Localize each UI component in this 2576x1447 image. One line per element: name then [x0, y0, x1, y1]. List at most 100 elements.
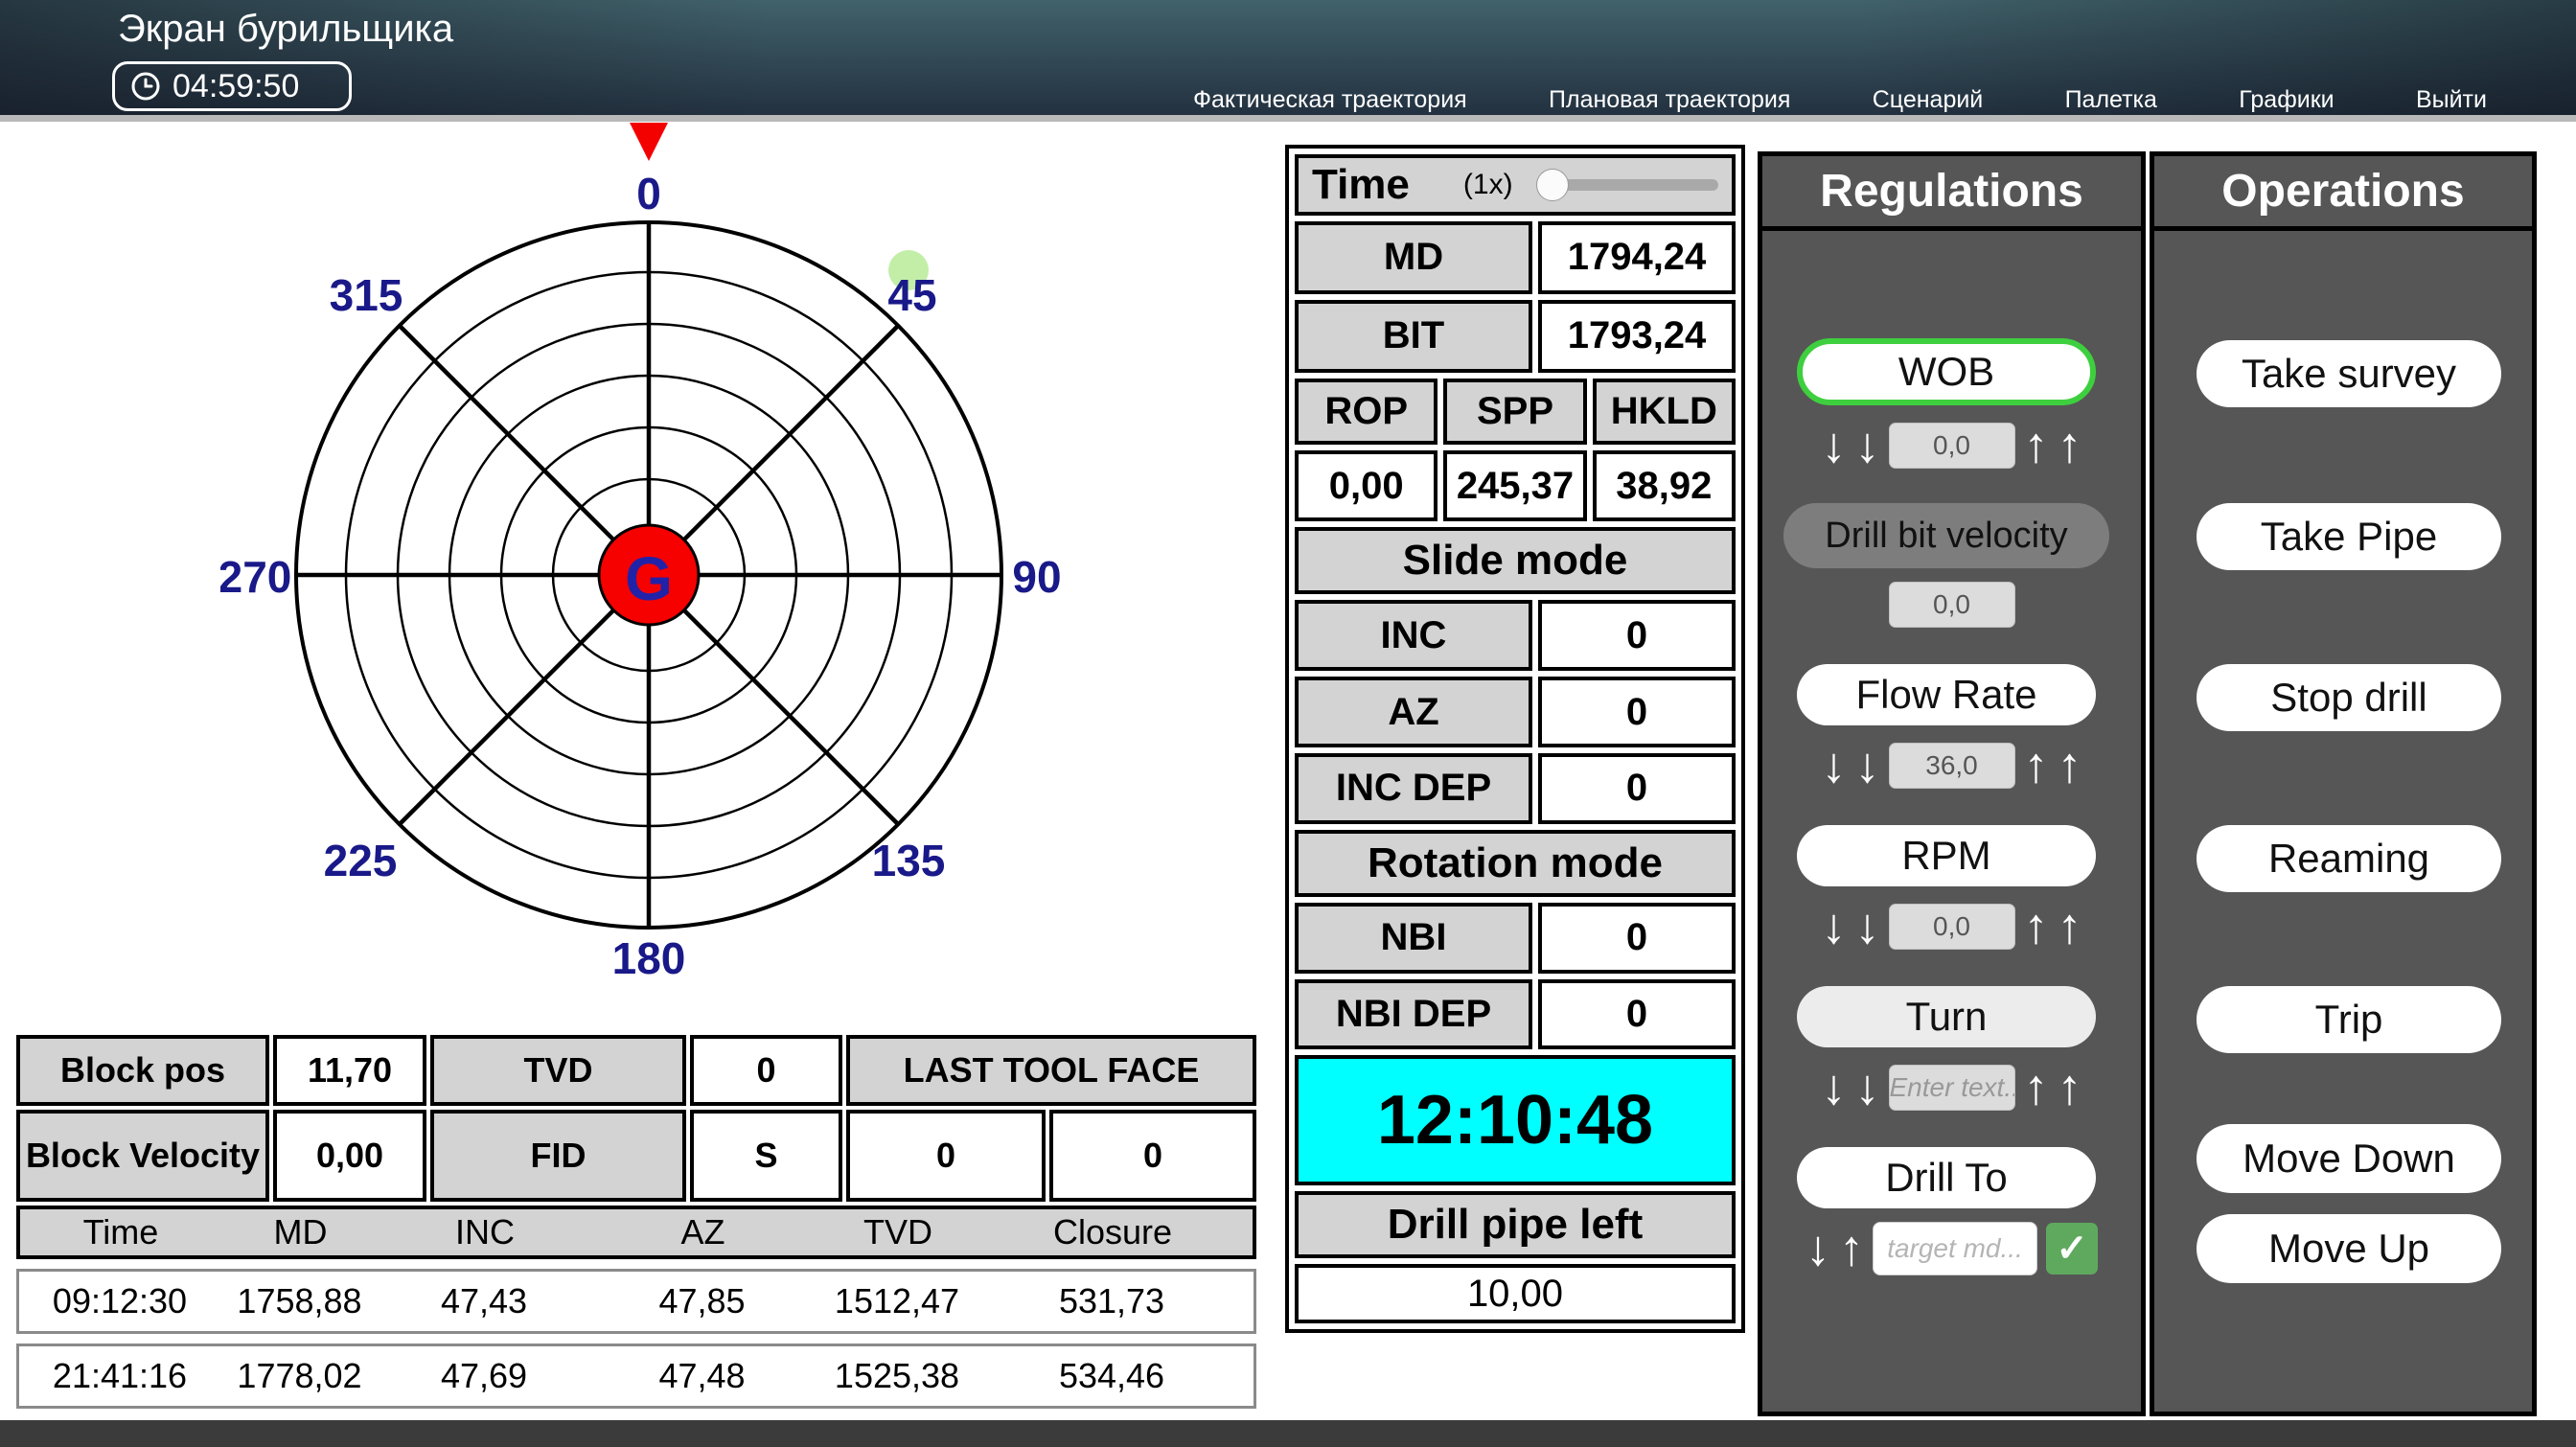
- row2-inc: 47,69: [379, 1346, 589, 1406]
- rop-value: 0,00: [1295, 450, 1438, 521]
- time-label: Time: [1312, 161, 1410, 209]
- fid-label: FID: [430, 1110, 686, 1202]
- hkld-value: 38,92: [1593, 450, 1736, 521]
- nav-planned-trajectory[interactable]: Плановая траектория: [1549, 86, 1790, 114]
- fid-value: S: [690, 1110, 842, 1202]
- az-value: 0: [1538, 677, 1736, 747]
- inc-value: 0: [1538, 600, 1736, 671]
- nbi-value: 0: [1538, 903, 1736, 974]
- inc-dep-label: INC DEP: [1295, 753, 1532, 824]
- drill-to-target-input[interactable]: [1873, 1222, 2037, 1275]
- gravity-center-label: G: [625, 544, 673, 613]
- block-pos-label: Block pos: [16, 1035, 269, 1106]
- drill-to-decrease-button[interactable]: ↓: [1806, 1224, 1830, 1274]
- wall-clock-button[interactable]: 04:59:50: [112, 61, 352, 111]
- row2-az: 47,48: [589, 1346, 815, 1406]
- nbi-dep-label: NBI DEP: [1295, 979, 1532, 1050]
- flow-rate-increase-button[interactable]: ↑: [2024, 741, 2049, 791]
- move-down-button[interactable]: Move Down: [2196, 1124, 2501, 1193]
- block-velocity-label: Block Velocity: [16, 1110, 269, 1202]
- check-icon: ✓: [2056, 1227, 2088, 1271]
- rpm-increase-button[interactable]: ↑: [2024, 902, 2049, 952]
- nbi-label: NBI: [1295, 903, 1532, 974]
- turn-input[interactable]: [1889, 1065, 2015, 1111]
- rpm-decrease-button[interactable]: ↓: [1855, 902, 1880, 952]
- polar-label-0: 0: [636, 169, 661, 218]
- nav-actual-trajectory[interactable]: Фактическая траектория: [1193, 86, 1467, 114]
- inc-dep-value: 0: [1538, 753, 1736, 824]
- nav-palette[interactable]: Палетка: [2065, 86, 2157, 114]
- nav-scenario[interactable]: Сценарий: [1873, 86, 1984, 114]
- polar-label-135: 135: [872, 836, 946, 885]
- flow-rate-increase-fast-button[interactable]: ↑: [2058, 741, 2082, 791]
- nav-charts[interactable]: Графики: [2239, 86, 2334, 114]
- flow-rate-button[interactable]: Flow Rate: [1797, 664, 2096, 725]
- row2-time: 21:41:16: [19, 1346, 220, 1406]
- time-speed-slider-thumb[interactable]: [1536, 169, 1569, 201]
- col-closure: Closure: [980, 1209, 1245, 1255]
- status-panel: Time (1x) MD 1794,24 BIT 1793,24 ROP SPP…: [1285, 145, 1745, 1333]
- row1-time: 09:12:30: [19, 1272, 220, 1331]
- drill-bit-velocity-button[interactable]: Drill bit velocity: [1783, 503, 2109, 568]
- turn-increase-button[interactable]: ↑: [2024, 1063, 2049, 1113]
- drill-to-confirm-button[interactable]: ✓: [2046, 1223, 2098, 1275]
- time-speed-slider[interactable]: [1540, 179, 1718, 191]
- turn-increase-fast-button[interactable]: ↑: [2058, 1063, 2082, 1113]
- rpm-button[interactable]: RPM: [1797, 825, 2096, 886]
- main-nav: Фактическая траектория Плановая траектор…: [1193, 80, 2487, 119]
- survey-row-2: 21:41:16 1778,02 47,69 47,48 1525,38 534…: [16, 1344, 1256, 1409]
- turn-stepper: ↓ ↓ ↑ ↑: [1762, 1063, 2141, 1113]
- md-label: MD: [1295, 221, 1532, 294]
- rpm-increase-fast-button[interactable]: ↑: [2058, 902, 2082, 952]
- row1-md: 1758,88: [220, 1272, 379, 1331]
- trip-button[interactable]: Trip: [2196, 986, 2501, 1053]
- page-title: Экран бурильщика: [118, 8, 453, 51]
- reaming-button[interactable]: Reaming: [2196, 825, 2501, 892]
- last-tool-face-value-2: 0: [1049, 1110, 1256, 1202]
- clock-icon: [130, 71, 161, 102]
- wob-increase-fast-button[interactable]: ↑: [2058, 421, 2082, 471]
- nbi-dep-value: 0: [1538, 979, 1736, 1050]
- tvd-value: 0: [690, 1035, 842, 1106]
- move-up-button[interactable]: Move Up: [2196, 1214, 2501, 1283]
- flow-rate-decrease-fast-button[interactable]: ↓: [1822, 741, 1847, 791]
- wob-button[interactable]: WOB: [1797, 338, 2096, 405]
- turn-decrease-button[interactable]: ↓: [1855, 1063, 1880, 1113]
- turn-decrease-fast-button[interactable]: ↓: [1822, 1063, 1847, 1113]
- rpm-decrease-fast-button[interactable]: ↓: [1822, 902, 1847, 952]
- regulations-header: Regulations: [1762, 156, 2141, 231]
- drill-to-button[interactable]: Drill To: [1797, 1147, 2096, 1208]
- rpm-input[interactable]: [1889, 904, 2015, 950]
- polar-label-270: 270: [220, 552, 291, 602]
- block-velocity-value: 0,00: [273, 1110, 426, 1202]
- nav-exit[interactable]: Выйти: [2416, 86, 2487, 114]
- wob-decrease-fast-button[interactable]: ↓: [1822, 421, 1847, 471]
- drill-to-increase-button[interactable]: ↑: [1839, 1224, 1864, 1274]
- slide-mode-header: Slide mode: [1295, 527, 1736, 594]
- spp-value: 245,37: [1443, 450, 1586, 521]
- last-tool-face-value-1: 0: [846, 1110, 1046, 1202]
- polar-label-180: 180: [612, 933, 686, 977]
- bottom-bar: [0, 1420, 2576, 1447]
- polar-label-90: 90: [1012, 552, 1061, 602]
- drill-bit-velocity-input[interactable]: [1889, 582, 2015, 628]
- stop-drill-button[interactable]: Stop drill: [2196, 664, 2501, 731]
- regulations-panel: Regulations WOB ↓ ↓ ↑ ↑ Drill bit veloci…: [1758, 151, 2146, 1416]
- row1-tvd: 1512,47: [815, 1272, 979, 1331]
- flow-rate-input[interactable]: [1889, 743, 2015, 789]
- north-marker-icon: [630, 123, 668, 161]
- flow-rate-decrease-button[interactable]: ↓: [1855, 741, 1880, 791]
- take-survey-button[interactable]: Take survey: [2196, 340, 2501, 407]
- turn-button[interactable]: Turn: [1797, 986, 2096, 1047]
- wall-clock-value: 04:59:50: [172, 68, 299, 105]
- take-pipe-button[interactable]: Take Pipe: [2196, 503, 2501, 570]
- wob-stepper: ↓ ↓ ↑ ↑: [1762, 421, 2141, 471]
- row2-closure: 534,46: [979, 1346, 1244, 1406]
- wob-increase-button[interactable]: ↑: [2024, 421, 2049, 471]
- wob-decrease-button[interactable]: ↓: [1855, 421, 1880, 471]
- wob-input[interactable]: [1889, 423, 2015, 469]
- tool-face-polar-chart: 0 45 90 135 180 225 270 315 G: [220, 105, 1064, 977]
- inc-label: INC: [1295, 600, 1532, 671]
- rpm-stepper: ↓ ↓ ↑ ↑: [1762, 902, 2141, 952]
- flow-rate-stepper: ↓ ↓ ↑ ↑: [1762, 741, 2141, 791]
